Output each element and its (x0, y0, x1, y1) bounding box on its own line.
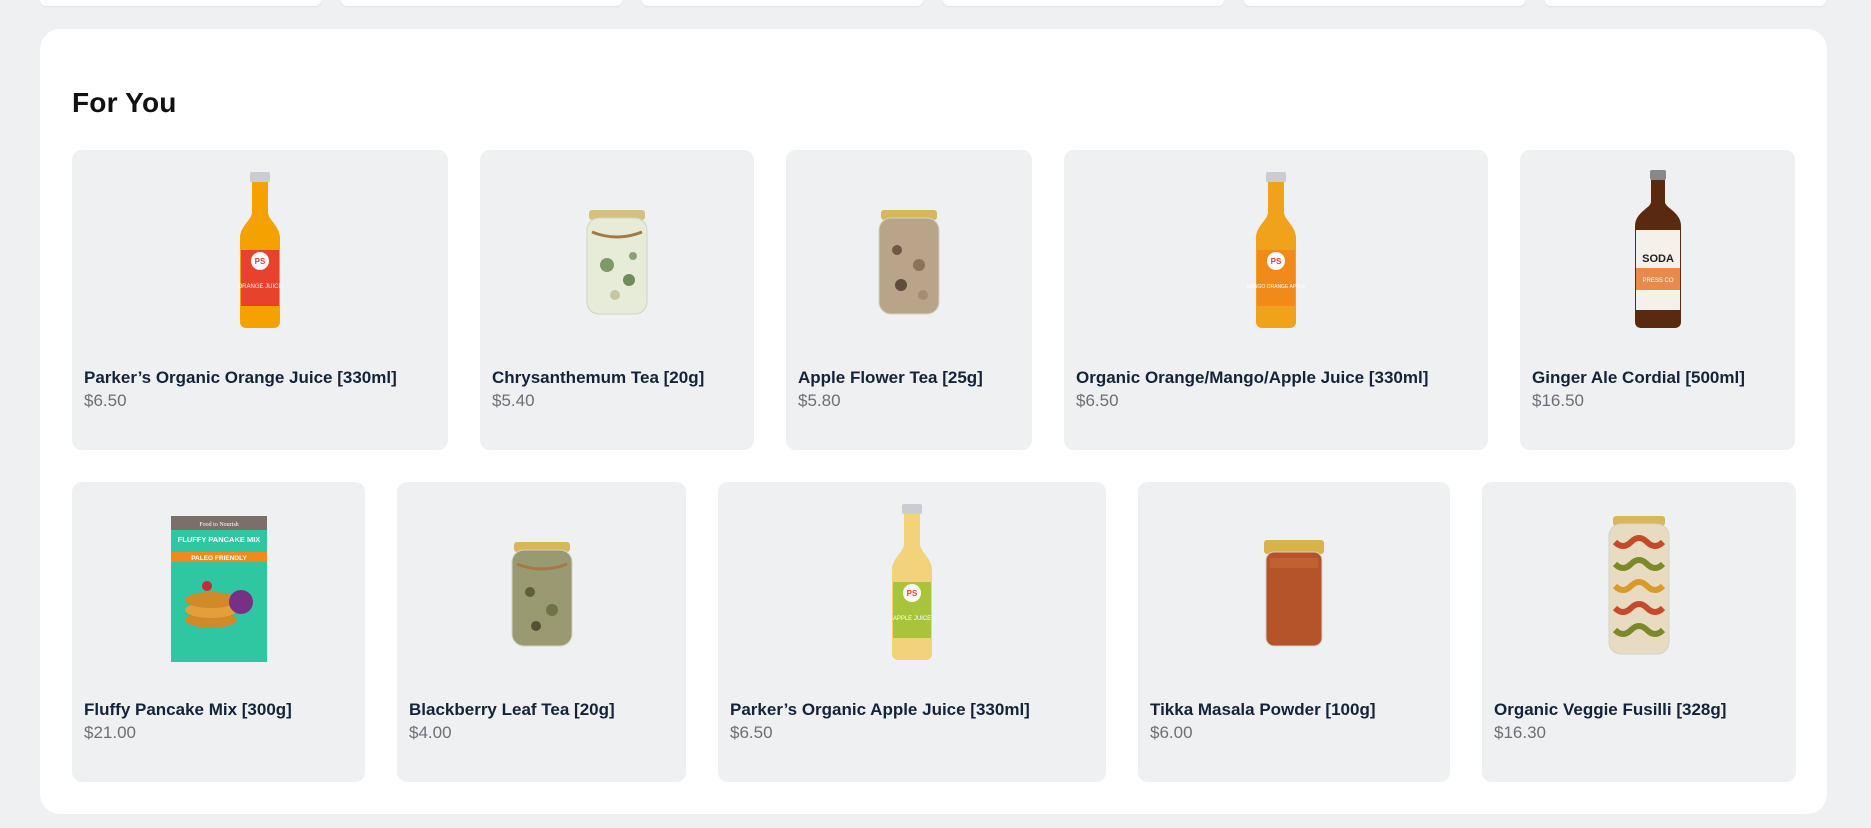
product-card[interactable]: Tikka Masala Powder [100g] $6.00 (1138, 482, 1450, 782)
svg-text:PS: PS (1271, 257, 1282, 266)
product-name: Tikka Masala Powder [100g] (1150, 700, 1376, 719)
product-price: $6.50 (1076, 391, 1119, 410)
svg-text:ORANGE JUICE: ORANGE JUICE (237, 284, 282, 290)
product-name: Fluffy Pancake Mix [300g] (84, 700, 292, 719)
product-card[interactable]: PS ORANGE JUICE Parker’s Organic Orange … (72, 150, 448, 450)
product-name: Parker’s Organic Orange Juice [330ml] (84, 368, 397, 387)
product-row-2: Food to Nourish FLUFFY PANCAKE MIX PALEO… (72, 482, 1796, 782)
product-name: Parker’s Organic Apple Juice [330ml] (730, 700, 1030, 719)
pancake-mix-box-icon: Food to Nourish FLUFFY PANCAKE MIX PALEO… (170, 516, 267, 662)
product-card[interactable]: Chrysanthemum Tea [20g] $5.40 (480, 150, 754, 450)
product-card[interactable]: Apple Flower Tea [25g] $5.80 (786, 150, 1032, 450)
product-price: $5.40 (492, 391, 535, 410)
product-card[interactable]: Organic Veggie Fusilli [328g] $16.30 (1482, 482, 1796, 782)
pasta-jar-icon (1608, 516, 1670, 655)
product-card[interactable]: PS MANGO ORANGE APPLE Organic Orange/Man… (1064, 150, 1488, 450)
product-card[interactable]: SODA PRESS CO Ginger Ale Cordial [500ml]… (1520, 150, 1795, 450)
tea-jar-icon (511, 542, 572, 647)
svg-text:APPLE JUICE: APPLE JUICE (893, 616, 931, 622)
product-name: Ginger Ale Cordial [500ml] (1532, 368, 1745, 387)
product-price: $16.30 (1494, 723, 1546, 742)
svg-text:Food to Nourish: Food to Nourish (199, 522, 238, 528)
cordial-bottle-icon: SODA PRESS CO (1634, 170, 1681, 328)
product-price: $4.00 (409, 723, 452, 742)
svg-text:PS: PS (907, 589, 918, 598)
product-card[interactable]: Blackberry Leaf Tea [20g] $4.00 (397, 482, 686, 782)
product-name: Apple Flower Tea [25g] (798, 368, 983, 387)
section-title: For You (72, 87, 177, 118)
product-name: Organic Orange/Mango/Apple Juice [330ml] (1076, 368, 1429, 387)
product-price: $6.00 (1150, 723, 1193, 742)
svg-text:PRESS CO: PRESS CO (1642, 278, 1673, 284)
product-card[interactable]: Food to Nourish FLUFFY PANCAKE MIX PALEO… (72, 482, 365, 782)
svg-text:PS: PS (255, 257, 266, 266)
svg-text:MANGO ORANGE APPLE: MANGO ORANGE APPLE (1246, 284, 1306, 290)
orange-juice-bottle-icon: PS ORANGE JUICE (237, 172, 283, 328)
mango-juice-bottle-icon: PS MANGO ORANGE APPLE (1246, 172, 1306, 328)
product-price: $6.50 (730, 723, 773, 742)
product-name: Organic Veggie Fusilli [328g] (1494, 700, 1727, 719)
product-price: $21.00 (84, 723, 136, 742)
product-price: $16.50 (1532, 391, 1584, 410)
product-name: Blackberry Leaf Tea [20g] (409, 700, 615, 719)
svg-text:SODA: SODA (1642, 253, 1674, 265)
product-row-1: PS ORANGE JUICE Parker’s Organic Orange … (72, 150, 1795, 450)
product-name: Chrysanthemum Tea [20g] (492, 368, 705, 387)
tea-jar-icon (878, 210, 940, 315)
spice-jar-icon (1264, 540, 1324, 647)
product-price: $5.80 (798, 391, 841, 410)
svg-text:PALEO FRIENDLY: PALEO FRIENDLY (191, 555, 247, 562)
for-you-section: For You PS ORANGE JUICE Parker’s Organic… (40, 29, 1827, 814)
product-price: $6.50 (84, 391, 127, 410)
product-card[interactable]: PS APPLE JUICE Parker’s Organic Apple Ju… (718, 482, 1106, 782)
apple-juice-bottle-icon: PS APPLE JUICE (892, 504, 932, 660)
svg-text:FLUFFY PANCAKE MIX: FLUFFY PANCAKE MIX (177, 535, 260, 544)
previous-section-cards-edge (40, 0, 1826, 8)
tea-jar-icon (586, 210, 648, 315)
